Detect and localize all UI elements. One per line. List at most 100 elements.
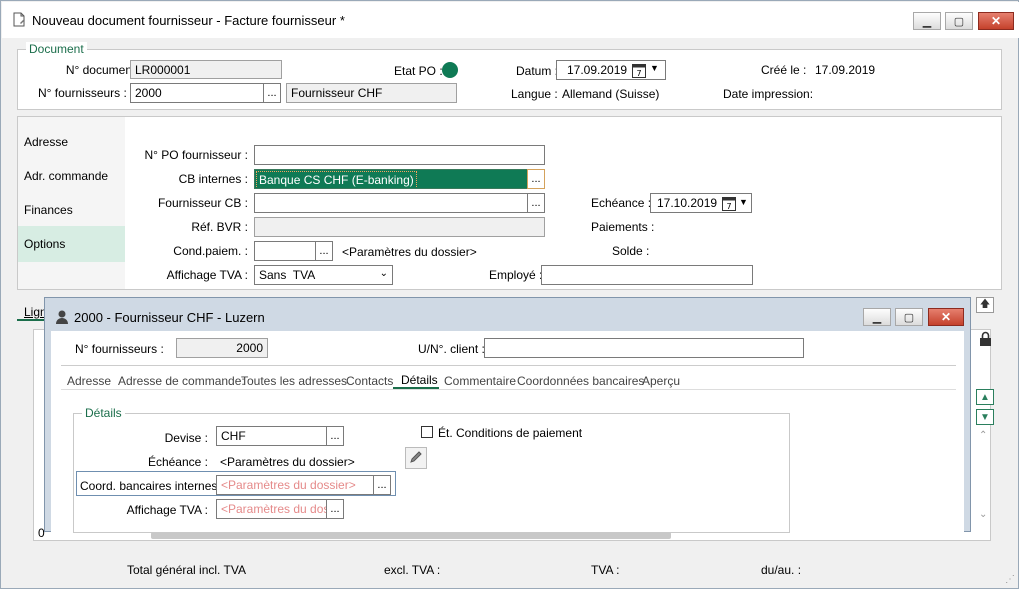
move-down-button[interactable]: ▼ — [976, 409, 994, 425]
echeance-field[interactable]: 17.10.2019 — [650, 193, 752, 213]
po-label: N° PO fournisseur : — [144, 148, 249, 162]
popup-tab-adresse-commande[interactable]: Adresse de commande: — [118, 374, 245, 388]
popup-tab-divider — [61, 365, 956, 366]
supplier-lookup-button[interactable]: ... — [263, 83, 281, 103]
employe-label: Employé : — [489, 268, 543, 282]
popup-tab-apercu[interactable]: Aperçu — [642, 374, 680, 388]
close-button[interactable]: ✕ — [978, 12, 1014, 30]
ref-bvr-label: Réf. BVR : — [191, 220, 248, 234]
popup-tab-adresse[interactable]: Adresse — [67, 374, 111, 388]
supplier-no-label: N° fournisseurs : — [38, 86, 127, 100]
po-field[interactable] — [254, 145, 545, 165]
popup-echeance-label: Échéance : — [147, 455, 208, 469]
popup-tab-details[interactable]: Détails — [401, 373, 438, 387]
conditions-checkbox[interactable] — [421, 426, 433, 438]
user-icon — [54, 309, 70, 328]
conditions-label: Ét. Conditions de paiement — [438, 426, 583, 440]
popup-tab-commentaire[interactable]: Commentaire — [444, 374, 516, 388]
fournisseur-cb-label: Fournisseur CB : — [157, 196, 248, 210]
langue-value: Allemand (Suisse) — [562, 87, 660, 101]
popup-affichage-label: Affichage TVA : — [126, 503, 208, 517]
popup-title: 2000 - Fournisseur CHF - Luzern — [74, 310, 265, 325]
popup-client-no-field[interactable] — [484, 338, 804, 358]
popup-tab-contacts[interactable]: Contacts — [346, 374, 393, 388]
langue-label: Langue : — [511, 87, 558, 101]
scroll-down-icon[interactable]: ⌄ — [979, 509, 987, 520]
doc-no-label: N° document : — [65, 63, 142, 77]
popup-details-group-label: Détails — [82, 406, 125, 420]
employe-field[interactable] — [541, 265, 753, 285]
doc-no-field[interactable]: LR000001 — [130, 60, 282, 79]
chevron-down-icon: ⌄ — [379, 268, 388, 279]
fournisseur-cb-lookup-button[interactable]: ... — [527, 193, 545, 213]
popup-tab-toutes-adresses[interactable]: Toutes les adresses — [241, 374, 347, 388]
svg-text:7: 7 — [636, 69, 641, 78]
date-impression-label: Date impression: — [723, 87, 814, 101]
cb-internes-label: CB internes : — [178, 172, 248, 186]
coord-lookup-button[interactable]: ... — [373, 475, 391, 495]
total-label: Total général incl. TVA — [127, 563, 246, 577]
calendar-icon[interactable]: 7 — [632, 62, 646, 81]
document-icon — [11, 12, 27, 31]
scroll-up-icon[interactable]: ⌃ — [979, 430, 987, 441]
popup-supplier-no-field: 2000 — [176, 338, 268, 358]
popup-minimize-button[interactable]: ▁ — [863, 308, 891, 326]
svg-text:7: 7 — [726, 202, 731, 211]
cond-paiem-params: <Paramètres du dossier> — [342, 245, 477, 259]
fournisseur-cb-field[interactable] — [254, 193, 528, 213]
nav-item-adr-commande[interactable]: Adr. commande — [24, 169, 108, 183]
affichage-tva-label: Affichage TVA : — [166, 268, 248, 282]
side-nav: Adresse Adr. commande Finances Options — [18, 117, 125, 289]
main-title-bar: Nouveau document fournisseur - Facture f… — [2, 2, 1019, 38]
popup-close-button[interactable]: ✕ — [928, 308, 964, 326]
devise-label: Devise : — [164, 431, 208, 445]
popup-affichage-field[interactable]: <Paramètres du dossier> — [216, 499, 327, 519]
cond-paiem-lookup-button[interactable]: ... — [315, 241, 333, 261]
affichage-tva-select[interactable]: Sans TVA ⌄ — [254, 265, 393, 285]
edit-button[interactable] — [405, 447, 427, 469]
minimize-button[interactable]: ▁ — [913, 12, 941, 30]
chevron-down-icon[interactable]: ▼ — [650, 63, 659, 73]
cb-internes-lookup-button[interactable]: ... — [527, 169, 545, 189]
nav-item-adresse[interactable]: Adresse — [24, 135, 68, 149]
document-group: Document N° document : LR000001 Etat PO … — [17, 42, 1002, 110]
status-indicator-icon — [442, 62, 458, 78]
echeance-label: Echéance : — [591, 196, 652, 210]
resize-grip-icon[interactable]: ⋰ — [1005, 574, 1015, 585]
supplier-name-field: Fournisseur CHF — [286, 83, 457, 103]
chevron-down-icon[interactable]: ▼ — [739, 197, 748, 207]
popup-maximize-button[interactable]: ▢ — [895, 308, 923, 326]
cond-paiem-field[interactable] — [254, 241, 316, 261]
datum-label: Datum : — [516, 64, 559, 78]
document-group-label: Document — [26, 42, 87, 56]
nav-item-finances[interactable]: Finances — [24, 203, 73, 217]
cond-paiem-label: Cond.paiem. : — [173, 244, 248, 258]
coord-label: Coord. bancaires internes : — [80, 479, 225, 493]
coord-field[interactable]: <Paramètres du dossier> — [216, 475, 374, 495]
supplier-no-field[interactable]: 2000 — [130, 83, 264, 103]
move-up-button[interactable]: ▲ — [976, 389, 994, 405]
detail-panel: Adresse Adr. commande Finances Options N… — [17, 116, 1002, 290]
devise-field[interactable]: CHF — [216, 426, 327, 446]
duau-label: du/au. : — [761, 563, 802, 577]
supplier-popup-window: 2000 - Fournisseur CHF - Luzern ▁ ▢ ✕ N°… — [44, 297, 971, 533]
lines-tab-underline — [17, 319, 47, 321]
devise-lookup-button[interactable]: ... — [326, 426, 344, 446]
grid-horizontal-scrollbar[interactable] — [151, 532, 671, 539]
etat-po-label: Etat PO : — [394, 64, 443, 78]
popup-affichage-lookup-button[interactable]: ... — [326, 499, 344, 519]
calendar-icon[interactable]: 7 — [722, 195, 736, 214]
nav-item-options[interactable]: Options — [18, 226, 125, 262]
cree-le-value: 17.09.2019 — [815, 63, 876, 77]
popup-echeance-value: <Paramètres du dossier> — [220, 455, 355, 469]
lock-icon[interactable] — [979, 331, 992, 350]
maximize-button[interactable]: ▢ — [945, 12, 973, 30]
solde-label: Solde : — [612, 244, 650, 258]
popup-tab-coordonnees[interactable]: Coordonnées bancaires — [517, 374, 644, 388]
tva-label: TVA : — [591, 563, 620, 577]
popup-client-no-label: U/N°. client : — [418, 342, 485, 356]
excl-tva-label: excl. TVA : — [384, 563, 441, 577]
arrow-up-button[interactable]: 🡅 — [976, 297, 994, 313]
popup-tab-bottom-line — [61, 389, 956, 390]
cb-internes-field[interactable]: Banque CS CHF (E-banking) — [254, 169, 528, 189]
